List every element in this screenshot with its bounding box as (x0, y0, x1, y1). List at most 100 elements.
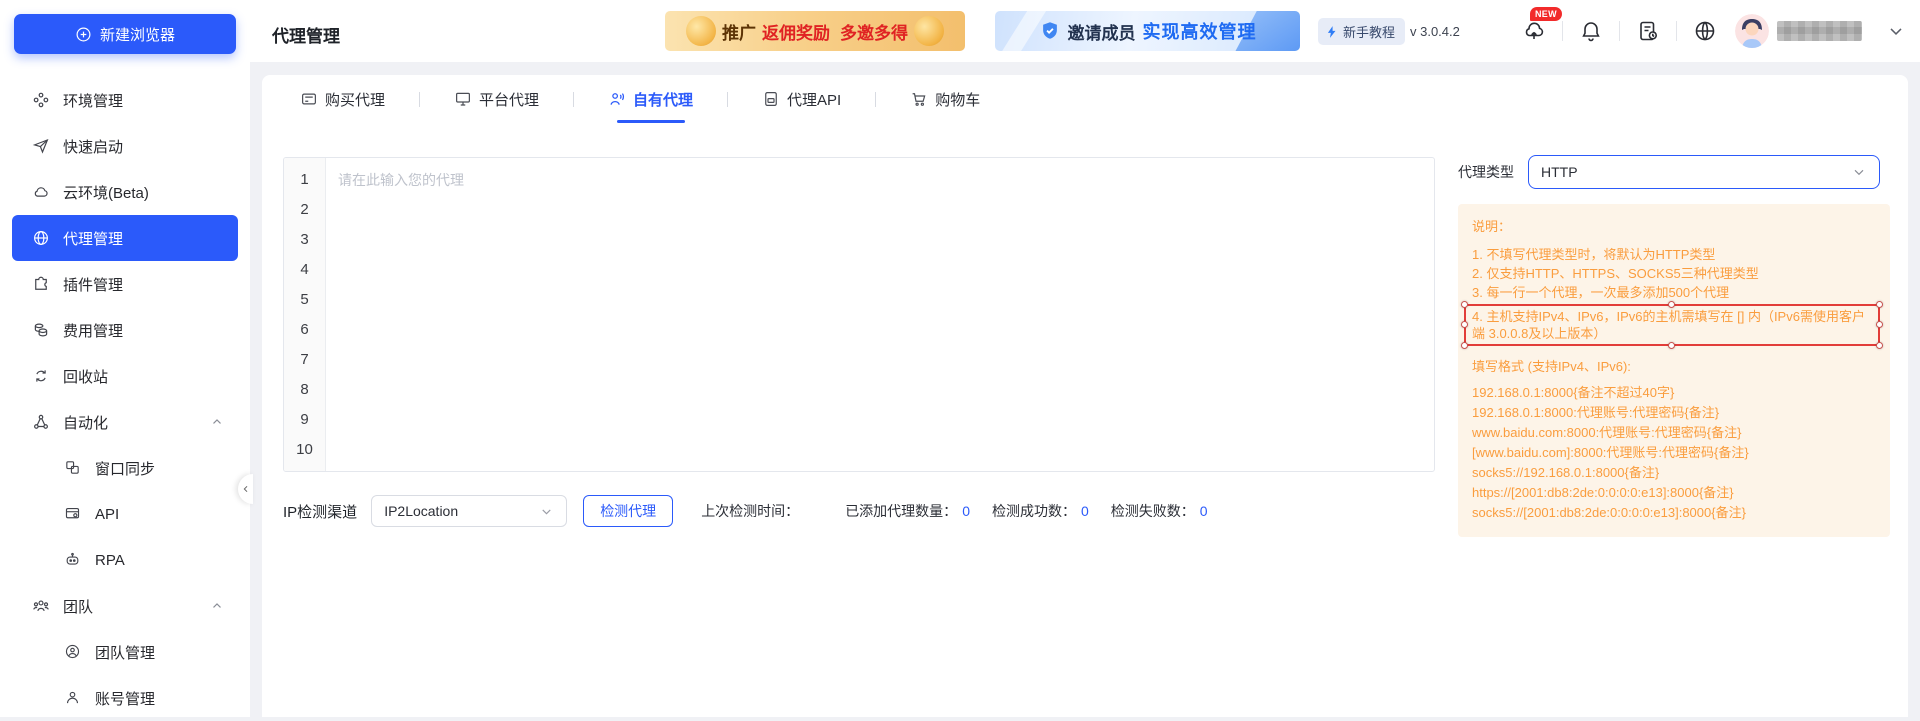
tab-label: 购物车 (935, 91, 981, 109)
instructions-title: 说明： (1472, 219, 1512, 234)
api-card-icon (64, 505, 82, 523)
proxy-input-editor[interactable]: 1 2 3 4 5 6 7 8 9 10 请在此输入您的代理 (283, 157, 1435, 472)
selection-handle[interactable] (1461, 301, 1468, 308)
sidebar-item-label: 快速启动 (63, 138, 124, 156)
sidebar-item-label: 自动化 (63, 414, 109, 432)
chevron-up-icon (210, 599, 224, 613)
last-check-label: 上次检测时间： (701, 503, 800, 519)
tutorial-label: 新手教程 (1343, 25, 1396, 40)
avatar[interactable] (1735, 14, 1769, 48)
sidebar-item-team[interactable]: 团队 (12, 583, 238, 629)
tab-own-proxy[interactable]: 自有代理 (608, 75, 693, 123)
sidebar-item-quick-launch[interactable]: 快速启动 (12, 123, 238, 169)
proxy-textarea[interactable]: 请在此输入您的代理 (326, 158, 1434, 471)
proxy-type-label: 代理类型 (1458, 164, 1514, 180)
check-proxy-button[interactable]: 检测代理 (583, 495, 674, 527)
divider (1562, 21, 1563, 41)
sidebar-item-window-sync[interactable]: 窗口同步 (12, 445, 238, 491)
tab-platform-proxy[interactable]: 平台代理 (454, 75, 539, 123)
selection-handle[interactable] (1668, 301, 1675, 308)
header: 代理管理 推广 返佣奖励 多邀多得 邀请成员 实现高效管理 新手教程 v 3.0… (250, 0, 1920, 62)
annotation-selection-box[interactable]: 4. 主机支持IPv4、IPv6，IPv6的主机需填写在 [] 内（IPv6需使… (1461, 301, 1883, 349)
recycle-icon (32, 367, 50, 385)
bell-icon[interactable] (1579, 19, 1603, 43)
version-label: v 3.0.4.2 (1410, 24, 1460, 39)
proxy-type-select[interactable]: HTTP (1528, 155, 1880, 189)
divider (573, 91, 575, 107)
tab-label: 平台代理 (479, 91, 540, 109)
sidebar-item-plugins[interactable]: 插件管理 (12, 261, 238, 307)
tab-cart[interactable]: 购物车 (910, 75, 980, 123)
divider (1619, 21, 1620, 41)
sidebar-item-label: RPA (95, 551, 125, 569)
chevron-down-icon (1851, 164, 1867, 180)
format-example: socks5://192.168.0.1:8000{备注} (1472, 465, 1660, 480)
coin-icon (686, 16, 716, 46)
instruction-item: 3. 每一行一个代理，一次最多添加500个代理 (1472, 285, 1730, 300)
app-window: 新建浏览器 环境管理 快速启动 云环境(Beta) 代理管理 插件管理 费用管理… (0, 0, 1920, 717)
promo-text: 推广 (722, 23, 756, 43)
instruction-item-highlighted: 4. 主机支持IPv4、IPv6，IPv6的主机需填写在 [] 内（IPv6需使… (1472, 309, 1865, 341)
format-example: www.baidu.com:8000:代理账号:代理密码{备注} (1472, 425, 1742, 440)
chevron-down-icon (539, 504, 554, 519)
new-browser-label: 新建浏览器 (99, 26, 175, 44)
channel-value: IP2Location (384, 503, 459, 519)
instruction-item: 2. 仅支持HTTP、HTTPS、SOCKS5三种代理类型 (1472, 266, 1759, 281)
selection-handle[interactable] (1461, 321, 1468, 328)
sidebar-item-account-management[interactable]: 账号管理 (12, 675, 238, 721)
ip-check-channel-label: IP检测渠道 (283, 503, 358, 521)
team-icon (32, 597, 50, 615)
sidebar-item-cloud-env[interactable]: 云环境(Beta) (12, 169, 238, 215)
selection-handle[interactable] (1876, 301, 1883, 308)
format-example: [www.baidu.com]:8000:代理账号:代理密码{备注} (1472, 445, 1749, 460)
tab-buy-proxy[interactable]: 购买代理 (300, 75, 385, 123)
coins-icon (32, 321, 50, 339)
promo-banner-referral[interactable]: 推广 返佣奖励 多邀多得 (665, 11, 965, 51)
sidebar-item-label: 费用管理 (63, 322, 124, 340)
line-number: 10 (296, 441, 313, 458)
promo-banner-invite[interactable]: 邀请成员 实现高效管理 (995, 11, 1300, 51)
order-list-icon[interactable] (1636, 19, 1660, 43)
sidebar-item-environment[interactable]: 环境管理 (12, 77, 238, 123)
stat-success-value: 0 (1080, 503, 1089, 519)
selection-handle[interactable] (1876, 342, 1883, 349)
stat-failed: 检测失败数： 0 (1110, 503, 1208, 519)
sidebar-item-recycle-bin[interactable]: 回收站 (12, 353, 238, 399)
new-browser-button[interactable]: 新建浏览器 (14, 14, 236, 54)
selection-handle[interactable] (1461, 342, 1468, 349)
line-number: 5 (300, 291, 309, 308)
line-number: 1 (300, 171, 309, 188)
line-number: 9 (300, 411, 309, 428)
sidebar-item-team-management[interactable]: 团队管理 (12, 629, 238, 675)
sidebar-item-rpa[interactable]: RPA (12, 537, 238, 583)
line-number-gutter: 1 2 3 4 5 6 7 8 9 10 (284, 158, 326, 471)
person-signal-icon (608, 90, 626, 108)
card-icon (300, 90, 318, 108)
selection-handle[interactable] (1668, 342, 1675, 349)
tab-proxy-api[interactable]: 代理API (762, 75, 841, 123)
tab-label: 自有代理 (633, 91, 694, 109)
stat-success: 检测成功数： 0 (991, 503, 1089, 519)
editor-placeholder: 请在此输入您的代理 (338, 172, 464, 188)
sidebar-item-label: API (95, 505, 120, 523)
automation-icon (32, 413, 50, 431)
chevron-down-icon[interactable] (1886, 21, 1906, 41)
sidebar-item-proxy-management[interactable]: 代理管理 (12, 215, 238, 261)
tab-bar: 购买代理 平台代理 自有代理 代理API 购物车 (262, 75, 1908, 123)
divider (419, 91, 421, 107)
promo-text-highlight: 返佣奖励 (762, 23, 830, 43)
ip-check-channel-select[interactable]: IP2Location (371, 495, 568, 527)
selection-handle[interactable] (1876, 321, 1883, 328)
cloud-upload-icon[interactable]: NEW (1522, 7, 1562, 43)
sidebar-item-automation[interactable]: 自动化 (12, 399, 238, 445)
format-example: 192.168.0.1:8000:代理账号:代理密码{备注} (1472, 405, 1720, 420)
divider (1676, 21, 1677, 41)
sidebar-item-billing[interactable]: 费用管理 (12, 307, 238, 353)
sidebar-item-api[interactable]: API (12, 491, 238, 537)
page-title: 代理管理 (272, 27, 340, 46)
language-globe-icon[interactable] (1693, 19, 1717, 43)
sidebar-menu: 环境管理 快速启动 云环境(Beta) 代理管理 插件管理 费用管理 回收站 自… (0, 77, 250, 721)
tutorial-button[interactable]: 新手教程 (1318, 18, 1406, 45)
tab-label: 购买代理 (325, 91, 386, 109)
username-blurred[interactable] (1777, 21, 1862, 41)
